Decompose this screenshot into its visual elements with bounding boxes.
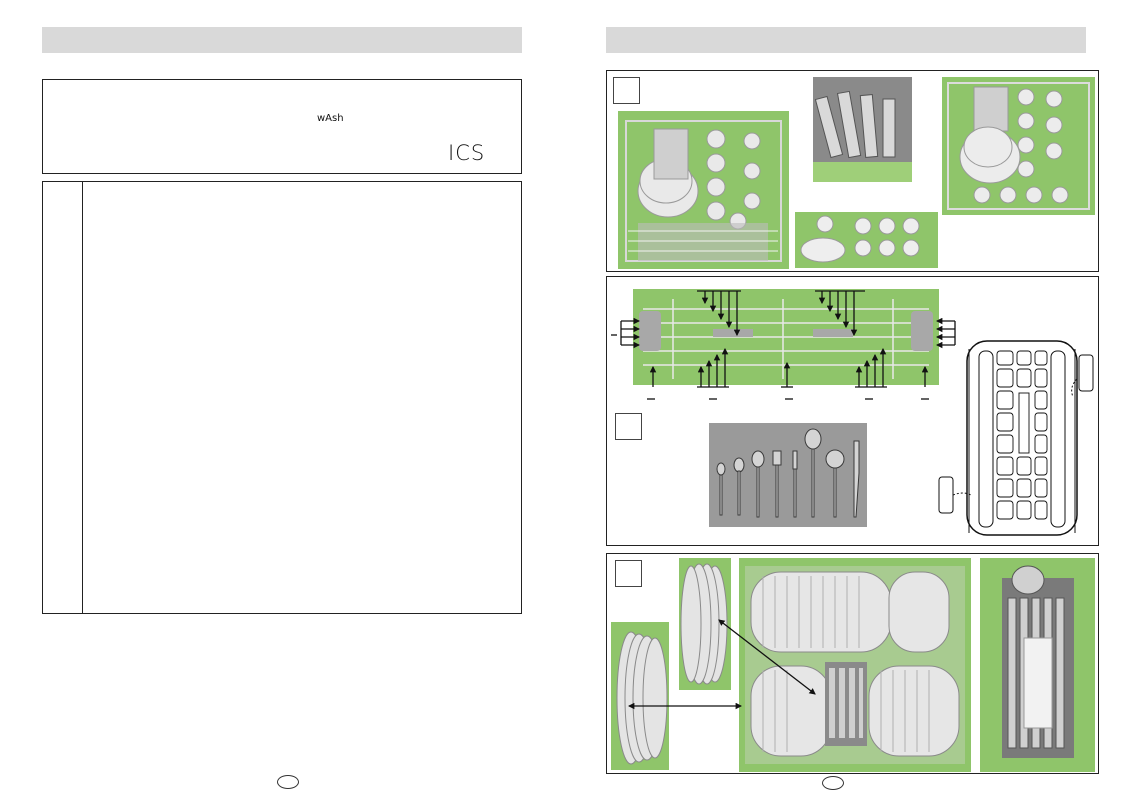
- photo-cutlery-closeup: [813, 77, 912, 182]
- right-section-header-bar: [606, 27, 1086, 53]
- page-number-circle-right: [822, 776, 844, 790]
- table-column-divider: [82, 182, 83, 613]
- photo-cutlery-set: [709, 423, 867, 527]
- photo-upper-basket-cups: [795, 212, 938, 268]
- photo-lower-basket-plates: [618, 111, 789, 269]
- panel-plates-loading: [606, 553, 1099, 774]
- arrow-icon: [611, 290, 956, 400]
- photo-basket-full-load: [942, 77, 1095, 215]
- left-section-header-bar: [42, 27, 522, 53]
- page-number-circle-left: [277, 775, 299, 789]
- cutlery-basket-diagram: [937, 335, 1097, 541]
- ics-logo: ICS: [448, 141, 486, 165]
- photo-cutlery-basket-loaded: [980, 558, 1095, 772]
- logo-info-box: wAsh ICS: [42, 79, 522, 174]
- arrow-icon-plates: [627, 619, 816, 710]
- panel-basket-loading: [606, 70, 1099, 272]
- wash-logo-text: wAsh: [317, 113, 344, 124]
- panel-cutlery-basket: [606, 276, 1099, 546]
- instructions-table: [42, 181, 522, 614]
- panel-marker-2: [615, 413, 642, 440]
- panel-marker-1: [613, 77, 640, 104]
